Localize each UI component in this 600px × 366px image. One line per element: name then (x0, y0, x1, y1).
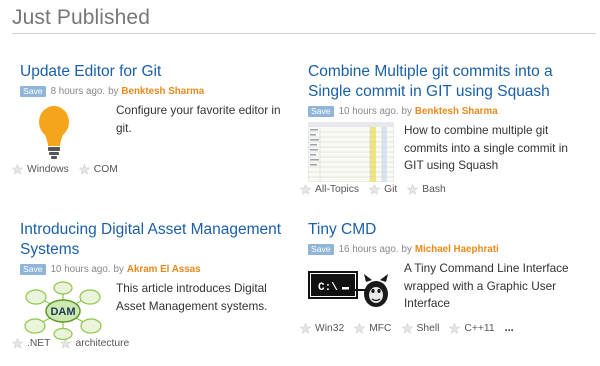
article-description: Configure your favorite editor in git. (116, 103, 281, 135)
tag-label: Bash (422, 184, 446, 195)
published-time: 16 hours ago. (338, 244, 399, 255)
tag-cpp11[interactable]: C++11 (449, 322, 495, 334)
save-button[interactable]: Save (308, 244, 334, 255)
article-meta: Save 10 hours ago. by Benktesh Sharma (308, 105, 598, 118)
article-description: This article introduces Digital Asset Ma… (116, 281, 268, 313)
published-time: 10 hours ago. (338, 106, 399, 117)
dam-label: DAM (50, 306, 75, 318)
section-title: Just Published (12, 6, 150, 29)
article-meta: Save 10 hours ago. by Akram El Assas (20, 263, 310, 276)
tag-com[interactable]: COM (78, 164, 118, 175)
article-description: How to combine multiple git commits into… (404, 123, 568, 172)
more-tags-link[interactable]: ... (505, 322, 514, 334)
star-icon (300, 322, 311, 334)
author-link[interactable]: Akram El Assas (127, 264, 201, 275)
article-thumbnail[interactable] (20, 102, 106, 162)
article-card: Introducing Digital Asset Management Sys… (12, 220, 310, 349)
tag-label: C++11 (464, 322, 495, 334)
article-title-link[interactable]: Update Editor for Git (20, 62, 310, 82)
star-icon (78, 164, 90, 175)
save-button[interactable]: Save (20, 86, 46, 97)
by-label: by (401, 244, 412, 255)
tag-git[interactable]: Git (369, 184, 397, 195)
terminal-icon: C:\ (308, 271, 388, 307)
section-divider (12, 33, 596, 34)
dam-diagram-icon: DAM (24, 281, 102, 341)
tag-list: Windows COM (12, 164, 310, 175)
tag-label: Windows (27, 164, 69, 175)
tag-label: Git (384, 184, 398, 195)
article-description: A Tiny Command Line Interface wrapped wi… (404, 261, 569, 310)
article-meta: Save 16 hours ago. by Michael Haephrati (308, 243, 598, 256)
tag-all-topics[interactable]: All-Topics (300, 184, 359, 195)
tag-label: COM (93, 164, 118, 175)
published-time: 10 hours ago. (50, 264, 111, 275)
author-link[interactable]: Benktesh Sharma (415, 106, 498, 117)
star-icon (12, 164, 23, 175)
tag-label: Win32 (315, 322, 345, 334)
tag-bash[interactable]: Bash (407, 184, 446, 195)
star-icon (401, 322, 413, 334)
by-label: by (401, 106, 412, 117)
tag-list: All-Topics Git Bash (300, 184, 598, 195)
tag-list: Win32 MFC Shell C++11 ... (300, 322, 598, 334)
tag-label: All-Topics (315, 184, 360, 195)
article-card: Combine Multiple git commits into a Sing… (300, 62, 598, 195)
star-icon (407, 184, 419, 195)
tag-windows[interactable]: Windows (12, 164, 69, 175)
article-thumbnail[interactable]: C:\ (308, 260, 394, 320)
tag-win32[interactable]: Win32 (300, 322, 345, 334)
article-thumbnail[interactable] (307, 121, 395, 183)
author-link[interactable]: Benktesh Sharma (121, 86, 204, 97)
star-icon (300, 184, 311, 195)
article-card: Tiny CMD Save 16 hours ago. by Michael H… (300, 220, 598, 334)
tag-mfc[interactable]: MFC (354, 322, 392, 334)
article-thumbnail[interactable]: DAM (20, 280, 106, 341)
article-title-link[interactable]: Introducing Digital Asset Management Sys… (20, 220, 285, 260)
by-label: by (113, 264, 124, 275)
tag-label: Shell (416, 322, 440, 334)
tag-label: MFC (369, 322, 392, 334)
star-icon (449, 322, 461, 334)
article-title-link[interactable]: Combine Multiple git commits into a Sing… (308, 62, 588, 102)
star-icon (354, 322, 366, 334)
save-button[interactable]: Save (20, 264, 46, 275)
author-link[interactable]: Michael Haephrati (415, 244, 499, 255)
article-card: Update Editor for Git Save 8 hours ago. … (12, 62, 310, 175)
save-button[interactable]: Save (308, 106, 334, 117)
lightbulb-icon (39, 106, 69, 159)
article-meta: Save 8 hours ago. by Benktesh Sharma (20, 85, 310, 98)
published-time: 8 hours ago. (50, 86, 106, 97)
tag-shell[interactable]: Shell (401, 322, 440, 334)
terminal-prompt: C:\ (318, 282, 338, 294)
star-icon (369, 184, 381, 195)
article-title-link[interactable]: Tiny CMD (308, 220, 598, 240)
by-label: by (108, 86, 119, 97)
spreadsheet-screenshot-icon (307, 121, 395, 183)
